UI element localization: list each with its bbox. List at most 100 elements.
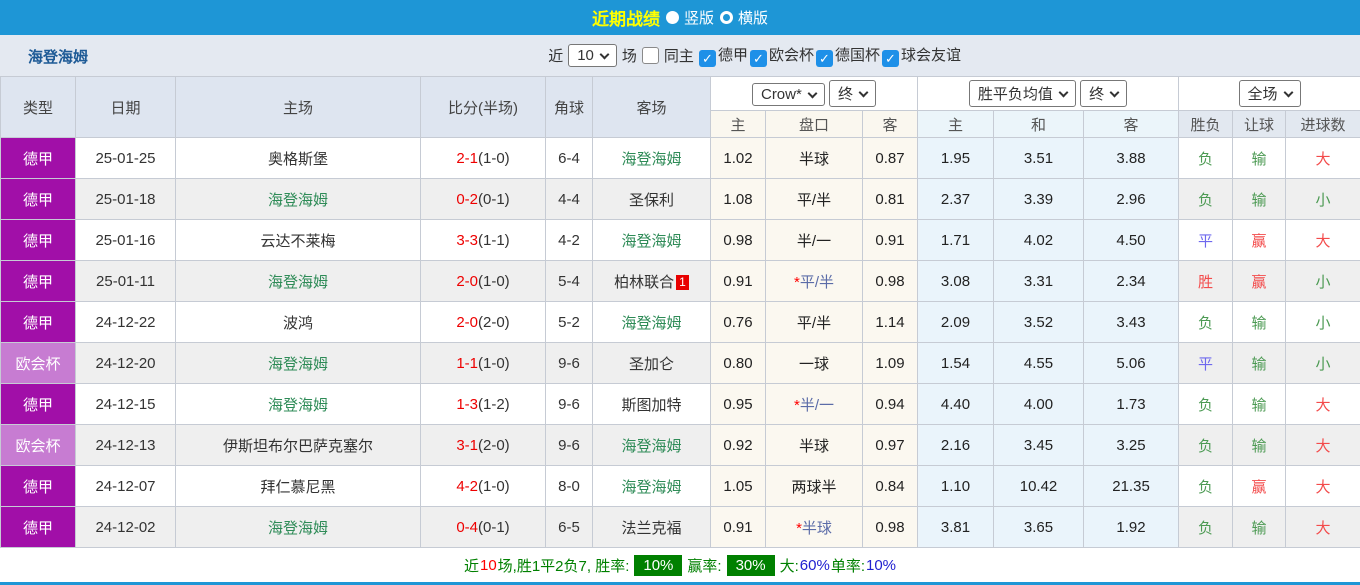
score-cell: 3-1(2-0): [421, 425, 546, 466]
radio-vertical-label: 竖版: [684, 7, 714, 28]
same-host-checkbox[interactable]: [642, 47, 659, 64]
handicap-line-cell: *半球: [766, 507, 863, 548]
odds-time-select[interactable]: 终: [1080, 80, 1127, 107]
corner-cell: 6-4: [546, 138, 593, 179]
corner-cell: 9-6: [546, 384, 593, 425]
corner-cell: 4-4: [546, 179, 593, 220]
away-team-cell[interactable]: 柏林联合1: [593, 261, 711, 302]
home-team-cell[interactable]: 奥格斯堡: [176, 138, 421, 179]
odds-home-cell: 3.08: [918, 261, 994, 302]
scope-select[interactable]: 全场: [1239, 80, 1301, 107]
radio-unselected-icon[interactable]: [720, 11, 733, 24]
league-checkbox[interactable]: ✓: [699, 50, 716, 67]
summary-badge: 10%: [634, 555, 682, 576]
summary-line: 近10场,胜1平2负7, 胜率:10%赢率:30%大:60% 单率:10%: [0, 548, 1360, 583]
league-checkbox[interactable]: ✓: [750, 50, 767, 67]
odds-type-select[interactable]: 胜平负均值: [969, 80, 1076, 107]
filter-bar: 海登海姆 近 10 场 同主 ✓德甲✓欧会杯✓德国杯✓球会友谊: [0, 35, 1360, 76]
away-team-cell[interactable]: 海登海姆: [593, 302, 711, 343]
table-row: 欧会杯 24-12-13 伊斯坦布尔巴萨克塞尔 3-1(2-0) 9-6 海登海…: [1, 425, 1360, 466]
table-row: 德甲 24-12-15 海登海姆 1-3(1-2) 9-6 斯图加特 0.95 …: [1, 384, 1360, 425]
home-team-cell[interactable]: 海登海姆: [176, 343, 421, 384]
home-team-cell[interactable]: 波鸿: [176, 302, 421, 343]
league-checkbox[interactable]: ✓: [882, 50, 899, 67]
handicap-group-header: Crow* 终: [711, 77, 918, 111]
result-goals-cell: 大: [1286, 425, 1360, 466]
score-cell: 1-1(1-0): [421, 343, 546, 384]
col-header-corner: 角球: [546, 77, 593, 138]
match-date-cell: 25-01-18: [76, 179, 176, 220]
recent-count-select[interactable]: 10: [568, 44, 617, 67]
away-team-cell[interactable]: 圣加仑: [593, 343, 711, 384]
col-header-type: 类型: [1, 77, 76, 138]
home-team-cell[interactable]: 伊斯坦布尔巴萨克塞尔: [176, 425, 421, 466]
recent-count-value: 10: [577, 47, 594, 64]
result-wdl-cell: 负: [1179, 507, 1233, 548]
away-team-cell[interactable]: 海登海姆: [593, 425, 711, 466]
home-team-cell[interactable]: 海登海姆: [176, 261, 421, 302]
chevron-down-icon: [1283, 87, 1293, 97]
handicap-line-cell: 一球: [766, 343, 863, 384]
result-wdl-cell: 负: [1179, 384, 1233, 425]
league-label: 德甲: [718, 47, 748, 64]
result-goals-cell: 大: [1286, 507, 1360, 548]
odds-home-cell: 4.40: [918, 384, 994, 425]
away-team-cell[interactable]: 海登海姆: [593, 466, 711, 507]
handicap-time-select[interactable]: 终: [829, 80, 876, 107]
score-cell: 2-0(1-0): [421, 261, 546, 302]
home-team-cell[interactable]: 云达不莱梅: [176, 220, 421, 261]
match-date-cell: 24-12-20: [76, 343, 176, 384]
match-date-cell: 25-01-11: [76, 261, 176, 302]
result-handicap-cell: 赢: [1233, 466, 1286, 507]
subheader-result-handicap: 让球: [1233, 111, 1286, 138]
radio-selected-icon[interactable]: [666, 11, 679, 24]
odds-draw-cell: 3.51: [994, 138, 1084, 179]
league-checkbox[interactable]: ✓: [816, 50, 833, 67]
odds-away-cell: 2.34: [1084, 261, 1179, 302]
result-handicap-cell: 输: [1233, 138, 1286, 179]
home-team-cell[interactable]: 海登海姆: [176, 384, 421, 425]
odds-away-cell: 1.92: [1084, 507, 1179, 548]
odds-company-select[interactable]: Crow*: [752, 83, 825, 106]
handicap-line-cell: 平/半: [766, 302, 863, 343]
handicap-line-cell: 半球: [766, 138, 863, 179]
result-handicap-cell: 输: [1233, 343, 1286, 384]
away-team-cell[interactable]: 海登海姆: [593, 220, 711, 261]
handicap-line-cell: 半/一: [766, 220, 863, 261]
odds-home-cell: 1.54: [918, 343, 994, 384]
radio-horizontal-label: 横版: [738, 7, 768, 28]
table-row: 德甲 25-01-18 海登海姆 0-2(0-1) 4-4 圣保利 1.08 平…: [1, 179, 1360, 220]
radio-horizontal-layout[interactable]: 横版: [720, 7, 768, 28]
filter-controls: 近 10 场 同主 ✓德甲✓欧会杯✓德国杯✓球会友谊: [546, 35, 963, 76]
chevron-down-icon: [1058, 87, 1068, 97]
handicap-home-odds-cell: 1.08: [711, 179, 766, 220]
odds-draw-cell: 4.02: [994, 220, 1084, 261]
home-team-cell[interactable]: 海登海姆: [176, 507, 421, 548]
match-type-cell: 德甲: [1, 507, 76, 548]
summary-text: 赢率:: [687, 555, 721, 576]
away-team-cell[interactable]: 圣保利: [593, 179, 711, 220]
match-date-cell: 24-12-15: [76, 384, 176, 425]
same-host-label: 同主: [664, 45, 694, 66]
away-team-cell[interactable]: 海登海姆: [593, 138, 711, 179]
match-type-cell: 德甲: [1, 138, 76, 179]
match-date-cell: 25-01-16: [76, 220, 176, 261]
odds-away-cell: 4.50: [1084, 220, 1179, 261]
away-team-cell[interactable]: 法兰克福: [593, 507, 711, 548]
odds1x2-group-header: 胜平负均值 终: [918, 77, 1179, 111]
match-date-cell: 24-12-13: [76, 425, 176, 466]
handicap-away-odds-cell: 1.14: [863, 302, 918, 343]
radio-vertical-layout[interactable]: 竖版: [666, 7, 714, 28]
red-card-badge: 1: [676, 275, 689, 290]
summary-text: 10: [480, 557, 497, 574]
col-header-away: 客场: [593, 77, 711, 138]
result-wdl-cell: 负: [1179, 302, 1233, 343]
table-row: 德甲 24-12-22 波鸿 2-0(2-0) 5-2 海登海姆 0.76 平/…: [1, 302, 1360, 343]
home-team-cell[interactable]: 拜仁慕尼黑: [176, 466, 421, 507]
subheader-odds-draw: 和: [994, 111, 1084, 138]
home-team-cell[interactable]: 海登海姆: [176, 179, 421, 220]
result-wdl-cell: 负: [1179, 179, 1233, 220]
handicap-home-odds-cell: 0.91: [711, 507, 766, 548]
subheader-odds-away: 客: [1084, 111, 1179, 138]
away-team-cell[interactable]: 斯图加特: [593, 384, 711, 425]
